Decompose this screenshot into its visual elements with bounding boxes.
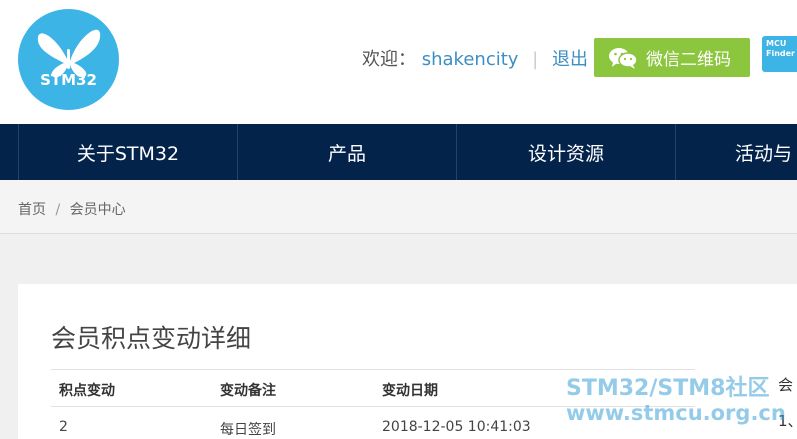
site-watermark: STM32/STM8社区 www.stmcu.org.cn bbox=[566, 376, 786, 426]
column-header-date: 变动日期 bbox=[382, 383, 438, 399]
wechat-qrcode-button[interactable]: 微信二维码 bbox=[594, 38, 750, 77]
main-nav: 关于STM32 产品 设计资源 活动与 bbox=[0, 124, 797, 180]
nav-item-label: 活动与 bbox=[735, 142, 793, 165]
page-title: 会员积点变动详细 bbox=[51, 324, 252, 353]
cell-points-change: 2 bbox=[59, 419, 68, 435]
stm32-logo[interactable]: STM32 bbox=[18, 9, 119, 110]
nav-item-label: 产品 bbox=[327, 142, 366, 165]
wechat-icon bbox=[608, 46, 638, 70]
watermark-line2: www.stmcu.org.cn bbox=[566, 401, 786, 425]
breadcrumb-home[interactable]: 首页 bbox=[18, 202, 46, 218]
welcome-label: 欢迎： bbox=[362, 49, 416, 70]
site-header: STM32 欢迎： shakencity | 退出 微信二维码 MCU Find… bbox=[0, 0, 797, 124]
breadcrumb: 首页 / 会员中心 bbox=[18, 199, 126, 219]
watermark-line1: STM32/STM8社区 bbox=[566, 376, 770, 401]
logout-link[interactable]: 退出 bbox=[552, 49, 588, 70]
nav-item-label: 设计资源 bbox=[527, 142, 604, 165]
welcome-area: 欢迎： shakencity | 退出 bbox=[362, 45, 588, 71]
header-separator: | bbox=[532, 49, 539, 70]
mcu-finder-line1: MCU bbox=[766, 39, 787, 48]
butterfly-icon bbox=[37, 29, 101, 78]
nav-item-about-stm32[interactable]: 关于STM32 bbox=[18, 124, 237, 180]
mcu-finder-line2: Finder bbox=[766, 49, 795, 58]
username-link[interactable]: shakencity bbox=[422, 49, 519, 70]
cell-remark: 每日签到 bbox=[220, 422, 276, 438]
breadcrumb-separator: / bbox=[55, 202, 61, 218]
mcu-finder-button[interactable]: MCU Finder bbox=[762, 36, 797, 72]
breadcrumb-current: 会员中心 bbox=[69, 202, 126, 218]
column-header-remark: 变动备注 bbox=[220, 383, 276, 399]
column-header-points-change: 积点变动 bbox=[59, 383, 115, 399]
nav-item-design-resources[interactable]: 设计资源 bbox=[456, 124, 675, 180]
nav-item-events[interactable]: 活动与 bbox=[675, 124, 797, 180]
nav-item-products[interactable]: 产品 bbox=[237, 124, 456, 180]
cell-date: 2018-12-05 10:41:03 bbox=[382, 419, 531, 435]
breadcrumb-bar: 首页 / 会员中心 bbox=[0, 180, 797, 234]
logo-text: STM32 bbox=[40, 71, 97, 89]
wechat-button-label: 微信二维码 bbox=[646, 50, 731, 70]
nav-item-label: 关于STM32 bbox=[76, 142, 180, 165]
